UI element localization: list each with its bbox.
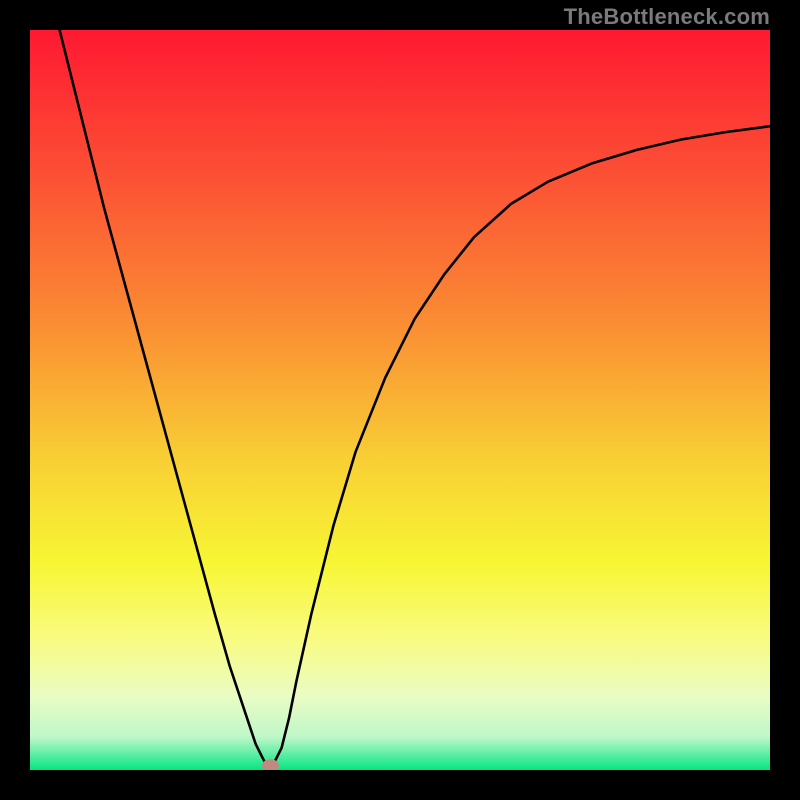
watermark-text: TheBottleneck.com <box>564 4 770 30</box>
bottleneck-curve <box>30 30 770 770</box>
chart-frame: TheBottleneck.com <box>0 0 800 800</box>
plot-area <box>30 30 770 770</box>
